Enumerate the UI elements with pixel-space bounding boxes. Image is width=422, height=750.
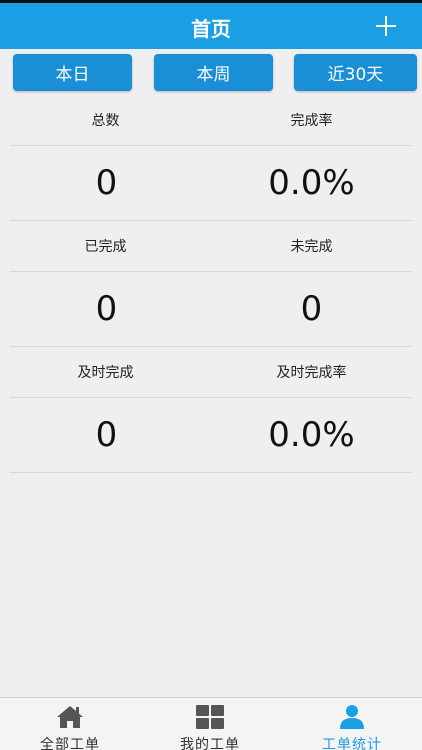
nav-my-orders[interactable]: 我的工单: [140, 698, 280, 750]
stats-label-row: 已完成 未完成: [10, 221, 412, 272]
user-icon: [337, 704, 367, 730]
stats-label-row: 总数 完成率: [10, 95, 412, 146]
on-time-rate-value: 0.0%: [268, 415, 355, 455]
stats-label-row: 及时完成 及时完成率: [10, 347, 412, 398]
nav-all-orders[interactable]: 全部工单: [0, 698, 140, 750]
total-value: 0: [95, 163, 118, 203]
stats-value-row: 0 0.0%: [10, 146, 412, 221]
completion-rate-label: 完成率: [290, 113, 333, 129]
tab-today[interactable]: 本日: [13, 54, 132, 91]
completed-label: 已完成: [84, 239, 127, 255]
incomplete-value: 0: [300, 289, 323, 329]
stats-value-row: 0 0: [10, 272, 412, 347]
grid-icon: [195, 704, 225, 730]
period-tabs: 本日 本周 近30天: [0, 49, 422, 95]
stats-value-row: 0 0.0%: [10, 398, 412, 473]
total-label: 总数: [91, 113, 120, 129]
nav-label: 我的工单: [180, 737, 240, 750]
nav-order-stats[interactable]: 工单统计: [282, 698, 422, 750]
top-bar: 首页: [0, 0, 422, 49]
on-time-rate-label: 及时完成率: [276, 365, 347, 381]
home-icon: [55, 704, 85, 730]
nav-label: 工单统计: [322, 737, 382, 750]
on-time-completed-value: 0: [95, 415, 118, 455]
add-icon[interactable]: [376, 16, 396, 36]
on-time-completed-label: 及时完成: [77, 365, 134, 381]
tab-this-week[interactable]: 本周: [154, 54, 273, 91]
nav-label: 全部工单: [40, 737, 100, 750]
stats-table: 总数 完成率 0 0.0% 已完成 未完成 0 0 及时完成 及时完成率 0 0…: [10, 95, 412, 473]
incomplete-label: 未完成: [290, 239, 333, 255]
completed-value: 0: [95, 289, 118, 329]
page-title: 首页: [191, 17, 231, 41]
tab-last-30-days[interactable]: 近30天: [294, 54, 417, 91]
bottom-nav: 全部工单 我的工单 工单统计: [0, 697, 422, 750]
completion-rate-value: 0.0%: [268, 163, 355, 203]
